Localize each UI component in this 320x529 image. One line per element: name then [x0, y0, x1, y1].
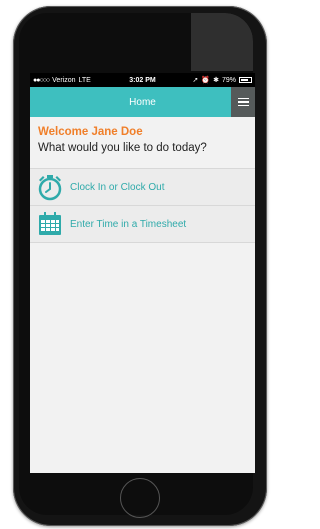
bluetooth-icon: ✱: [213, 77, 219, 84]
welcome-greeting: Welcome Jane Doe: [38, 126, 143, 138]
enter-timesheet-label: Enter Time in a Timesheet: [70, 218, 187, 230]
calendar-icon: [36, 210, 64, 238]
clock-in-out-button[interactable]: Clock In or Clock Out: [30, 169, 255, 206]
bezel-glare: [191, 13, 253, 71]
status-right: ➚ ⏰ ✱ 79%: [193, 76, 252, 84]
location-arrow-icon: ➚: [192, 77, 199, 84]
app-header: Home: [30, 87, 255, 117]
welcome-section: Welcome Jane Doe What would you like to …: [30, 117, 255, 154]
clock-in-out-label: Clock In or Clock Out: [70, 181, 165, 193]
enter-timesheet-button[interactable]: Enter Time in a Timesheet: [30, 206, 255, 243]
phone-screen: ●●○○○ Verizon LTE 3:02 PM ➚ ⏰ ✱ 79% Home…: [30, 73, 255, 473]
welcome-prompt: What would you like to do today?: [38, 142, 207, 154]
action-list: Clock In or Clock Out Enter Time in a Ti…: [30, 168, 255, 243]
hamburger-line: [237, 101, 249, 103]
stopwatch-icon: [36, 173, 64, 201]
page-title: Home: [129, 96, 156, 108]
status-bar: ●●○○○ Verizon LTE 3:02 PM ➚ ⏰ ✱ 79%: [30, 73, 255, 87]
alarm-icon: ⏰: [201, 77, 211, 84]
status-left: ●●○○○ Verizon LTE: [33, 77, 193, 84]
carrier-label: Verizon: [52, 76, 76, 84]
hamburger-line: [237, 104, 249, 107]
battery-fill: [241, 79, 248, 81]
network-label: LTE: [78, 76, 91, 84]
home-button[interactable]: [120, 478, 160, 518]
battery-percent: 79%: [221, 76, 236, 84]
battery-icon: [239, 77, 252, 83]
menu-button[interactable]: [231, 87, 255, 117]
hamburger-menu-icon: [237, 97, 249, 100]
signal-dots-icon: ●●○○○: [33, 76, 50, 84]
